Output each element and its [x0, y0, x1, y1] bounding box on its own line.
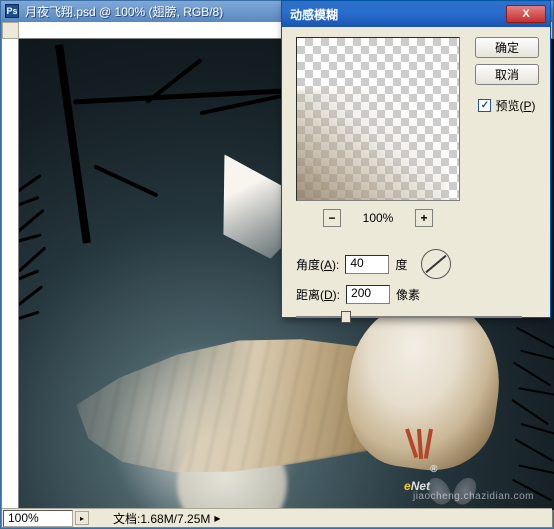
status-bar: 100% ▸ 文档:1.68M/7.25M ▶	[2, 508, 552, 527]
angle-row: 角度(A): 40 度	[296, 249, 451, 279]
distance-input[interactable]: 200	[346, 285, 390, 304]
preview-checkbox-row[interactable]: ✓ 预览(P)	[478, 97, 535, 114]
dialog-title: 动感模糊	[290, 6, 338, 23]
angle-input[interactable]: 40	[345, 255, 389, 274]
status-menu-icon[interactable]: ▶	[214, 514, 220, 523]
distance-slider[interactable]	[296, 309, 522, 325]
distance-unit: 像素	[396, 286, 420, 303]
preview-checkbox[interactable]: ✓	[478, 99, 491, 112]
distance-label: 距离(D):	[296, 286, 340, 303]
cancel-button[interactable]: 取消	[475, 64, 539, 85]
preview-content	[296, 90, 447, 201]
motion-blur-dialog: 动感模糊 X − 100% + 确定 取消 ✓ 预览(P) 角度(A): 40 …	[281, 0, 551, 318]
preview-zoom-row: − 100% +	[296, 209, 460, 227]
zoom-input[interactable]: 100%	[3, 510, 73, 527]
angle-unit: 度	[395, 256, 407, 273]
close-button[interactable]: X	[506, 5, 546, 23]
dialog-right-column: 确定 取消 ✓ 预览(P)	[474, 37, 540, 114]
ruler-vertical[interactable]	[2, 39, 19, 508]
preview-zoom-value: 100%	[359, 211, 397, 225]
angle-dial[interactable]	[421, 249, 451, 279]
ok-button[interactable]: 确定	[475, 37, 539, 58]
app-icon: Ps	[5, 4, 19, 18]
slider-thumb[interactable]	[341, 311, 351, 323]
ruler-corner	[2, 22, 19, 39]
dialog-body: − 100% + 确定 取消 ✓ 预览(P) 角度(A): 40 度 距离(D)…	[282, 27, 550, 47]
slider-track	[296, 316, 522, 318]
zoom-out-button[interactable]: −	[323, 209, 341, 227]
preview-label: 预览(P)	[495, 97, 535, 114]
watermark-text: jiaocheng.chazidian.com	[413, 491, 534, 502]
distance-row: 距离(D): 200 像素	[296, 285, 420, 304]
angle-label: 角度(A):	[296, 256, 339, 273]
window-title: 月夜飞翔.psd @ 100% (翅膀, RGB/8)	[25, 3, 223, 20]
zoom-in-button[interactable]: +	[415, 209, 433, 227]
artwork-leaves-left	[19, 174, 94, 354]
zoom-menu-icon[interactable]: ▸	[75, 511, 89, 525]
dialog-titlebar[interactable]: 动感模糊 X	[282, 1, 550, 27]
document-info: 文档:1.68M/7.25M	[113, 510, 210, 527]
preview-area[interactable]	[296, 37, 460, 201]
